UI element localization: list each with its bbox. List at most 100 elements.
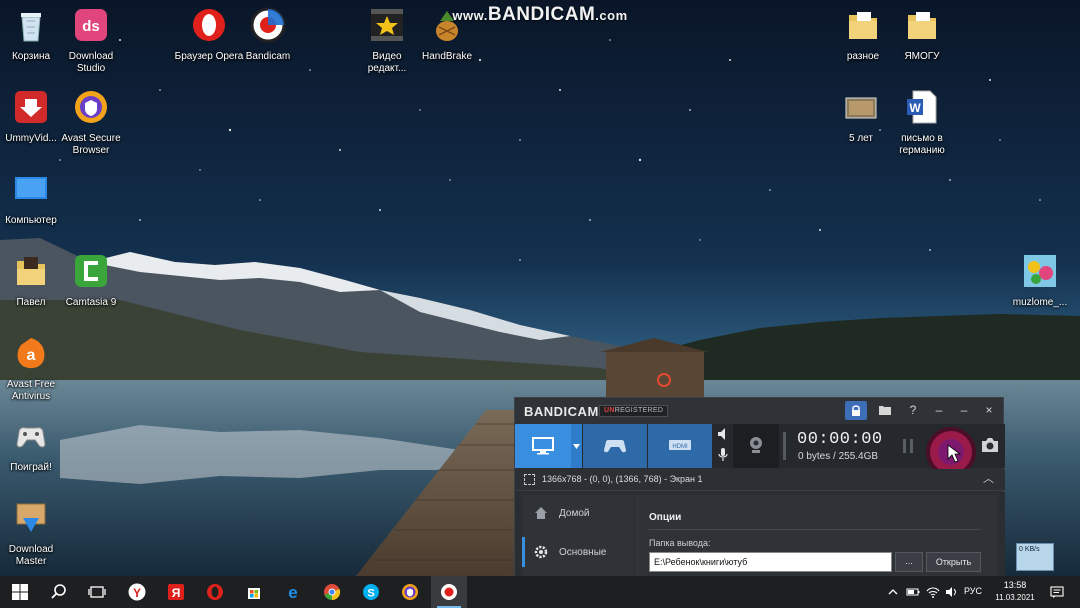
capture-area-bar[interactable]: 1366x768 - (0, 0), (1366, 768) - Экран 1… — [515, 469, 1005, 491]
sidebar-item-home[interactable]: Домой — [522, 498, 634, 528]
recording-size-info: 0 bytes / 255.4GB — [798, 451, 879, 462]
chrome-icon — [324, 584, 341, 601]
bandicam-icon — [250, 7, 286, 43]
language-indicator[interactable]: РУС — [964, 586, 982, 596]
taskbar-skype[interactable]: S — [353, 576, 389, 608]
folder-button[interactable] — [874, 401, 896, 420]
screen-mode-dropdown[interactable] — [571, 424, 582, 468]
desktop-icon-muzlome[interactable]: muzlome_... — [1005, 253, 1075, 309]
word-document-icon: W — [907, 90, 937, 124]
sidebar-item-label: Основные — [559, 547, 607, 558]
yandex-icon: Y — [128, 583, 146, 601]
task-view-icon — [88, 586, 106, 598]
bandicam-sidebar: Домой Основные — [522, 495, 634, 577]
recording-timer: 00:00:00 — [797, 430, 883, 449]
sidebar-item-label: Домой — [559, 508, 590, 519]
volume-icon[interactable] — [945, 585, 959, 599]
lock-button[interactable] — [845, 401, 867, 420]
taskbar-bandicam[interactable] — [431, 576, 467, 608]
watermark-tld: .com — [595, 8, 628, 23]
search-icon — [51, 584, 66, 599]
desktop-icon-download-studio[interactable]: ds Download Studio — [56, 7, 126, 75]
taskbar: Y Я e S РУС 13:58 11.03.2021 — [0, 576, 1080, 608]
bandicam-titlebar[interactable]: BANDICAM UNREGISTERED ? – – × — [515, 398, 1003, 424]
search-button[interactable] — [41, 576, 77, 608]
desktop-icon-camtasia[interactable]: Camtasia 9 — [56, 253, 126, 309]
taskbar-chrome[interactable] — [314, 576, 350, 608]
desktop-icon-label: Поиграй! — [10, 462, 52, 473]
chevron-up-icon[interactable]: ︿ — [983, 470, 994, 486]
output-folder-input[interactable]: E:\Ребенок\книги\ютуб — [649, 552, 892, 572]
task-view-button[interactable] — [79, 576, 115, 608]
close-button[interactable]: × — [978, 401, 1000, 420]
screen-recording-mode-button[interactable] — [515, 424, 571, 468]
hdmi-icon: HDMI — [669, 440, 691, 450]
sidebar-item-basic[interactable]: Основные — [522, 537, 634, 567]
desktop-icon-label: 5 лет — [849, 133, 873, 144]
tray-minimize-button[interactable]: – — [928, 401, 950, 420]
badge-prefix: UN — [604, 407, 615, 414]
browse-button[interactable]: ... — [895, 552, 923, 572]
options-title: Опции — [649, 512, 682, 523]
webcam-overlay-button[interactable] — [733, 424, 779, 468]
desktop-icon-5-let[interactable]: 5 лет — [826, 89, 896, 145]
device-recording-mode-button[interactable]: HDMI — [648, 424, 712, 468]
desktop-icon-label: muzlome_... — [1012, 297, 1068, 308]
taskbar-yandex[interactable]: Y — [119, 576, 155, 608]
pause-icon — [903, 439, 913, 453]
taskbar-store[interactable] — [236, 576, 272, 608]
skype-icon: S — [363, 584, 379, 600]
yandex-browser-icon: Я — [168, 584, 184, 600]
ummy-video-downloader-icon — [15, 91, 47, 123]
desktop-icon-bandicam[interactable]: Bandicam — [233, 7, 303, 63]
desktop-icon-folder-yamogu[interactable]: ЯМОГУ — [887, 7, 957, 63]
taskbar-avast-browser[interactable] — [392, 576, 428, 608]
desktop-icon-label: Download Studio — [68, 51, 114, 74]
gear-icon — [534, 545, 548, 559]
opera-icon — [193, 9, 225, 41]
desktop-icon-label: Camtasia 9 — [65, 297, 117, 308]
pause-button[interactable] — [901, 438, 915, 454]
microphone-icon[interactable] — [718, 448, 728, 462]
notifications-icon[interactable] — [1050, 585, 1064, 599]
taskbar-yandex-browser[interactable]: Я — [158, 576, 194, 608]
options-panel: Опции Папка вывода: E:\Ребенок\книги\юту… — [635, 495, 997, 577]
home-icon — [535, 507, 547, 519]
network-speed-widget[interactable]: 0 KB/s — [1016, 543, 1054, 571]
taskbar-edge[interactable]: e — [275, 576, 311, 608]
capture-area-label: 1366x768 - (0, 0), (1366, 768) - Экран 1 — [542, 474, 703, 484]
speaker-icon[interactable] — [717, 427, 729, 441]
opera-icon — [207, 584, 223, 600]
minimize-button[interactable]: – — [953, 401, 975, 420]
desktop-icon-avast-free-antivirus[interactable]: a Avast Free Antivirus — [0, 335, 66, 403]
help-button[interactable]: ? — [902, 401, 924, 420]
screenshot-button[interactable] — [981, 437, 999, 455]
game-recording-mode-button[interactable] — [583, 424, 647, 468]
store-icon — [248, 588, 260, 599]
desktop-icon-poigrai[interactable]: Поиграй! — [0, 418, 66, 474]
desktop-icon-download-master[interactable]: Download Master — [0, 500, 66, 568]
start-button[interactable] — [2, 576, 38, 608]
clock-time[interactable]: 13:58 — [995, 580, 1035, 590]
battery-icon[interactable] — [906, 585, 920, 599]
desktop-icon-computer[interactable]: Компьютер — [0, 171, 66, 227]
output-folder-label: Папка вывода: — [649, 538, 711, 548]
tray-expand-icon[interactable] — [886, 585, 900, 599]
recording-toolbar: HDMI 00:00:00 0 bytes / 255.4GB — [515, 424, 1005, 477]
desktop-icon-handbrake[interactable]: HandBrake — [412, 7, 482, 63]
download-master-icon — [16, 503, 46, 532]
folder-icon — [17, 257, 45, 285]
unregistered-badge[interactable]: UNREGISTERED — [599, 405, 669, 417]
open-folder-button[interactable]: Открыть — [926, 552, 981, 572]
divider — [649, 529, 981, 530]
svg-text:S: S — [367, 588, 374, 600]
clock-date[interactable]: 11.03.2021 — [991, 593, 1039, 602]
network-speed-text: 0 KB/s — [1019, 546, 1040, 553]
taskbar-opera[interactable] — [197, 576, 233, 608]
folder-icon — [849, 12, 877, 39]
desktop-icon-letter-germany[interactable]: W письмо в германию — [887, 89, 957, 157]
avast-antivirus-icon: a — [17, 338, 45, 369]
wifi-icon[interactable] — [926, 585, 940, 599]
desktop-icon-avast-secure-browser[interactable]: Avast Secure Browser — [56, 89, 126, 157]
desktop-icon-label: письмо в германию — [899, 133, 945, 156]
